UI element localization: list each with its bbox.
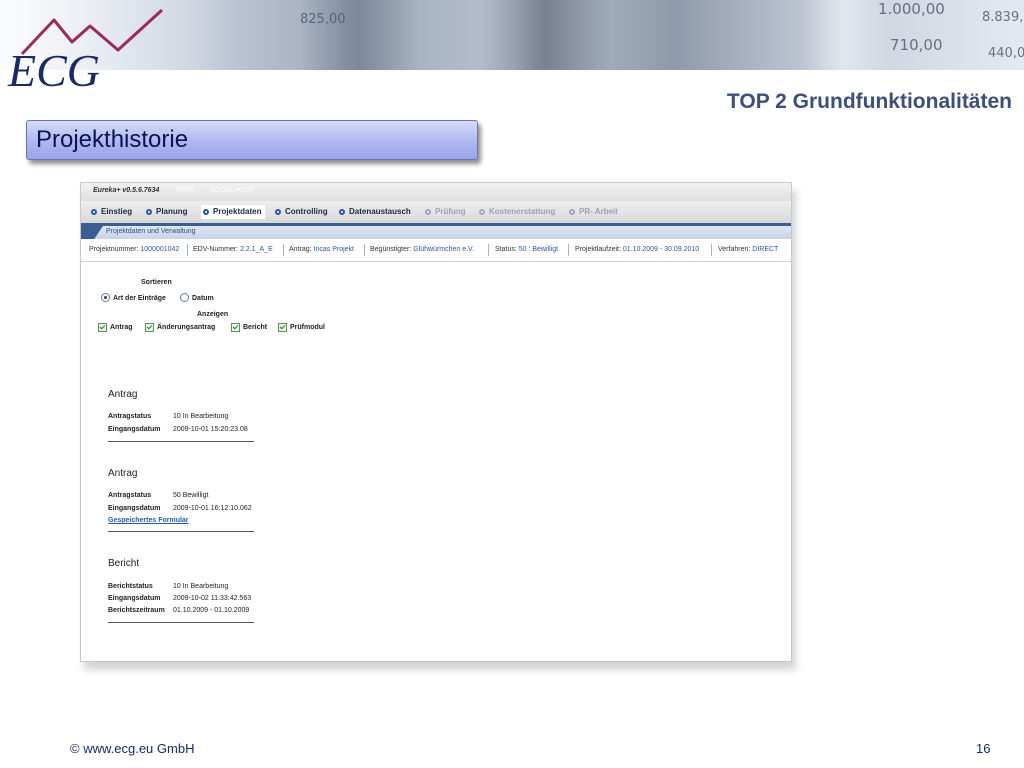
banner-number: 1.000,00: [878, 0, 945, 18]
nav-bullet-icon: [91, 208, 97, 215]
show-option-label: Bericht: [243, 324, 268, 331]
info-status: Status: 50 : Bewilligt: [495, 246, 559, 253]
slide-title: TOP 2 Grundfunktionalitäten: [726, 90, 1012, 113]
app-screenshot: Eureka+ v0.5.6.7634 EFRE LOCALHOST Einst…: [80, 182, 792, 662]
nav-item-datenaustausch[interactable]: Datenaustausch: [339, 207, 411, 216]
entry-title: Antrag: [108, 389, 138, 400]
saved-form-link[interactable]: Gespeichertes Formular: [108, 517, 189, 524]
app-host: LOCALHOST: [211, 187, 254, 194]
app-version: Eureka+ v0.5.6.7634: [93, 187, 160, 194]
info-separator: [187, 244, 188, 256]
nav-item-kostenerstattung[interactable]: Kostenerstattung: [479, 207, 555, 216]
nav-item-pruefung[interactable]: Prüfung: [425, 207, 466, 216]
nav-item-projektdaten[interactable]: Projektdaten: [201, 205, 266, 219]
banner-shade: [300, 0, 420, 70]
info-verfahren: Verfahren: DIRECT: [718, 246, 779, 253]
page-number: 16: [976, 741, 991, 756]
footer-copyright: © www.ecg.eu GmbH: [70, 741, 195, 756]
info-separator: [364, 244, 365, 256]
svg-text:ECG: ECG: [7, 45, 100, 92]
breadcrumb: Projektdaten und Verwaltung: [81, 226, 791, 239]
info-edv-nummer: EDV-Nummer: 2.2.1_A_E: [193, 246, 273, 253]
entry-divider: [108, 531, 254, 532]
info-separator: [488, 244, 489, 256]
nav-bullet-icon: [425, 208, 431, 215]
app-program: EFRE: [176, 187, 195, 194]
sort-option-label: Art der Einträge: [113, 295, 166, 302]
app-topbar: Eureka+ v0.5.6.7634 EFRE LOCALHOST: [81, 183, 791, 201]
nav-bullet-icon: [275, 208, 281, 215]
nav-bullet-icon: [146, 208, 152, 215]
banner-shade: [480, 0, 610, 70]
entry-divider: [108, 622, 254, 623]
nav-item-einstieg[interactable]: Einstieg: [91, 207, 132, 216]
info-beguenstigter: Begünstigter: Glühwürmchen e.V.: [370, 246, 475, 253]
banner-number: 825,00: [300, 12, 346, 27]
show-checkbox-bericht[interactable]: [231, 323, 240, 332]
app-main-nav: Einstieg Planung Projektdaten Controllin…: [81, 201, 791, 223]
section-title: Projekthistorie: [26, 120, 478, 160]
banner-number: 440,00: [988, 46, 1024, 61]
show-option-label: Änderungsantrag: [157, 324, 216, 331]
entry-title: Antrag: [108, 468, 138, 479]
nav-item-controlling[interactable]: Controlling: [275, 207, 328, 216]
show-checkbox-pruefmodul[interactable]: [278, 323, 287, 332]
entry-divider: [108, 441, 254, 442]
sort-label: Sortieren: [141, 279, 172, 286]
info-separator: [568, 244, 569, 256]
sort-radio-datum[interactable]: [180, 293, 189, 302]
sort-option-label: Datum: [192, 295, 214, 302]
show-checkbox-antrag[interactable]: [98, 323, 107, 332]
info-projektlaufzeit: Projektlaufzeit: 01.10.2009 - 30.09.2010: [575, 246, 700, 253]
sort-radio-art[interactable]: [101, 293, 110, 302]
banner-shade: [800, 0, 890, 70]
show-option-label: Antrag: [110, 324, 133, 331]
banner-number: 8.839,00: [982, 10, 1024, 25]
info-separator: [711, 244, 712, 256]
show-checkbox-aenderungsantrag[interactable]: [145, 323, 154, 332]
nav-item-pr-arbeit[interactable]: PR- Arbeit: [569, 207, 618, 216]
nav-item-planung[interactable]: Planung: [146, 207, 188, 216]
nav-bullet-icon: [203, 208, 209, 215]
nav-bullet-icon: [479, 208, 485, 215]
info-separator: [283, 244, 284, 256]
project-info-bar: Projektnummer: 1000001042 EDV-Nummer: 2.…: [81, 241, 791, 262]
nav-bullet-icon: [339, 208, 345, 215]
breadcrumb-tab: [81, 226, 103, 239]
info-antrag: Antrag: Incas Projekt: [289, 246, 354, 253]
entry-title: Bericht: [108, 558, 140, 569]
show-option-label: Prüfmodul: [290, 324, 325, 331]
info-projektnummer: Projektnummer: 1000001042: [89, 246, 180, 253]
banner-number: 710,00: [890, 36, 943, 54]
show-label: Anzeigen: [197, 311, 229, 318]
ecg-logo: ECG: [7, 8, 164, 92]
breadcrumb-text[interactable]: Projektdaten und Verwaltung: [106, 228, 196, 235]
nav-bullet-icon: [569, 208, 575, 215]
